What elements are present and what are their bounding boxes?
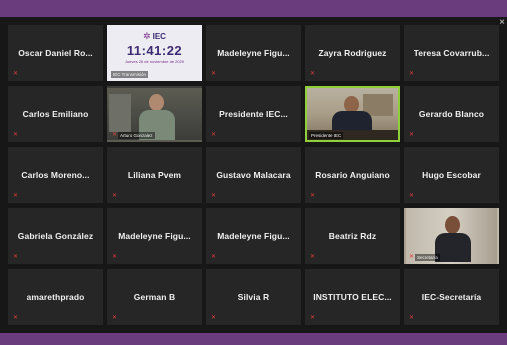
mic-off-icon: ✕ xyxy=(211,254,217,260)
participant-name: Beatriz Rdz xyxy=(328,231,377,241)
participant-tile[interactable]: IEC-Secretaría ✕ xyxy=(404,269,499,325)
mic-off-icon: ✕ xyxy=(310,71,316,77)
participant-tile[interactable]: Carlos Moreno... ✕ xyxy=(8,147,103,203)
participant-name: Liliana Pvem xyxy=(127,170,182,180)
iec-logo-text: IEC xyxy=(152,32,166,41)
participant-name: Oscar Daniel Ro... xyxy=(18,48,93,58)
participant-tile[interactable]: German B ✕ xyxy=(107,269,202,325)
participant-name: Teresa Covarrub... xyxy=(413,48,490,58)
mic-off-icon: ✕ xyxy=(13,71,19,77)
gallery-grid: Oscar Daniel Ro... ✕ ✲ IEC 11:41:22 Juev… xyxy=(8,25,500,327)
iec-logo-icon: ✲ xyxy=(143,31,151,41)
clock-time: 11:41:22 xyxy=(126,43,183,58)
participant-tile[interactable]: Gabriela González ✕ xyxy=(8,208,103,264)
close-icon[interactable]: × xyxy=(499,18,505,28)
participant-name: Carlos Moreno... xyxy=(21,170,90,180)
mic-off-icon: ✕ xyxy=(409,132,415,138)
participant-name: Gustavo Malacara xyxy=(216,170,291,180)
mic-off-icon: ✕ xyxy=(13,254,19,260)
mic-off-icon: ✕ xyxy=(13,315,19,321)
participant-name: Hugo Escobar xyxy=(422,170,481,180)
participant-name: amarethprado xyxy=(26,292,85,302)
mic-off-icon: ✕ xyxy=(211,315,217,321)
mic-off-icon: ✕ xyxy=(112,254,118,260)
video-label: Presidente IEC xyxy=(309,132,344,139)
participant-name: German B xyxy=(133,292,176,302)
mic-off-icon: ✕ xyxy=(13,132,19,138)
top-bar xyxy=(0,0,507,17)
participant-tile[interactable]: Madeleyne Figu... ✕ xyxy=(107,208,202,264)
mic-off-icon: ✕ xyxy=(310,193,316,199)
participant-tile[interactable]: Teresa Covarrub... ✕ xyxy=(404,25,499,81)
participant-tile[interactable]: Gerardo Blanco ✕ xyxy=(404,86,499,142)
participant-tile-video[interactable]: ✲ IEC 11:41:22 Jueves 26 de noviembre de… xyxy=(107,25,202,81)
participant-tile[interactable]: Beatriz Rdz ✕ xyxy=(305,208,400,264)
participant-tile[interactable]: Madeleyne Figu... ✕ xyxy=(206,208,301,264)
mic-off-icon: ✕ xyxy=(112,315,118,321)
mic-off-icon: ✕ xyxy=(310,254,316,260)
participant-name: Gerardo Blanco xyxy=(418,109,485,119)
participant-name: Madeleyne Figu... xyxy=(217,48,290,58)
participant-tile[interactable]: Carlos Emiliano ✕ xyxy=(8,86,103,142)
participant-name: IEC-Secretaría xyxy=(421,292,482,302)
mic-off-icon: ✕ xyxy=(310,315,316,321)
participant-name: INSTITUTO ELEC... xyxy=(313,292,392,302)
participant-tile[interactable]: Madeleyne Figu... ✕ xyxy=(206,25,301,81)
participant-tile[interactable]: Presidente IEC... ✕ xyxy=(206,86,301,142)
mic-off-icon: ✕ xyxy=(13,193,19,199)
video-label: Secretaría xyxy=(415,254,440,261)
participant-name: Zayra Rodriguez xyxy=(318,48,387,58)
participant-tile[interactable]: Liliana Pvem ✕ xyxy=(107,147,202,203)
participant-name: Carlos Emiliano xyxy=(22,109,89,119)
participant-name: Silvia R xyxy=(237,292,270,302)
participant-tile[interactable]: Oscar Daniel Ro... ✕ xyxy=(8,25,103,81)
iec-logo: ✲ IEC xyxy=(143,31,166,42)
participant-tile[interactable]: amarethprado ✕ xyxy=(8,269,103,325)
clock-date: Jueves 26 de noviembre de 2020 xyxy=(124,59,185,64)
mic-off-icon: ✕ xyxy=(211,193,217,199)
mic-off-icon: ✕ xyxy=(211,132,217,138)
participant-name: Madeleyne Figu... xyxy=(217,231,290,241)
participant-tile-video-active[interactable]: Presidente IEC xyxy=(305,86,400,142)
mic-off-icon: ✕ xyxy=(409,193,415,199)
participant-tile[interactable]: Zayra Rodriguez ✕ xyxy=(305,25,400,81)
participant-tile[interactable]: Hugo Escobar ✕ xyxy=(404,147,499,203)
meeting-window: × Oscar Daniel Ro... ✕ ✲ IEC 11:41:22 Ju… xyxy=(0,0,507,345)
participant-name: Gabriela González xyxy=(17,231,94,241)
mic-off-icon: ✕ xyxy=(409,315,415,321)
participant-tile[interactable]: INSTITUTO ELEC... ✕ xyxy=(305,269,400,325)
video-label: Arturo Gonzalez xyxy=(118,132,155,139)
mic-off-icon: ✕ xyxy=(211,71,217,77)
participant-tile[interactable]: Rosario Anguiano ✕ xyxy=(305,147,400,203)
participant-name: Presidente IEC... xyxy=(219,109,288,119)
participant-tile[interactable]: Gustavo Malacara ✕ xyxy=(206,147,301,203)
participant-tile[interactable]: Silvia R ✕ xyxy=(206,269,301,325)
bottom-bar xyxy=(0,333,507,345)
background-wall xyxy=(109,94,131,132)
mic-off-icon: ✕ xyxy=(409,71,415,77)
participant-tile-video[interactable]: ✕ Arturo Gonzalez xyxy=(107,86,202,142)
participant-name: Madeleyne Figu... xyxy=(118,231,191,241)
participant-tile-video[interactable]: ✕ Secretaría xyxy=(404,208,499,264)
mic-off-icon: ✕ xyxy=(112,193,118,199)
participant-name: Rosario Anguiano xyxy=(315,170,390,180)
video-label: IEC Transmisión xyxy=(111,71,149,78)
